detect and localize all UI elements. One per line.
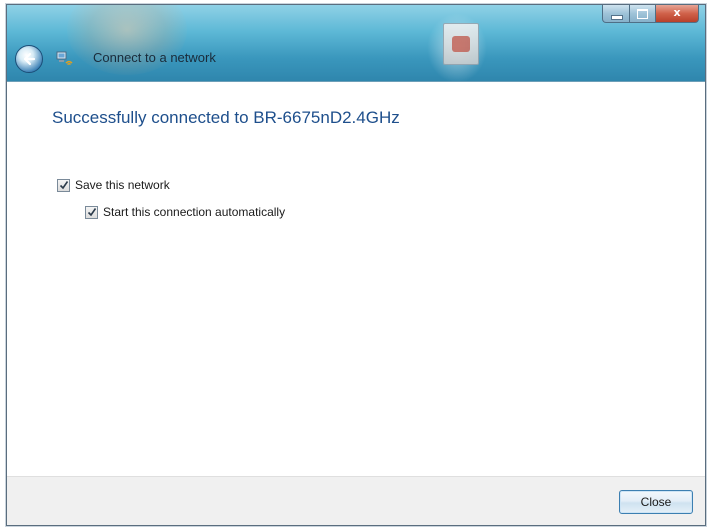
connection-status-heading: Successfully connected to BR-6675nD2.4GH…	[52, 108, 400, 127]
save-network-checkbox[interactable]	[57, 178, 70, 192]
close-button[interactable]: Close	[619, 490, 693, 514]
minimize-icon	[611, 15, 623, 20]
minimize-button[interactable]	[602, 5, 630, 23]
maximize-button[interactable]	[630, 5, 656, 23]
maximize-icon	[637, 9, 648, 19]
auto-connect-option[interactable]: Start this connection automatically	[85, 205, 285, 219]
back-button[interactable]	[15, 45, 43, 73]
window-controls: x	[602, 5, 699, 23]
save-network-option[interactable]: Save this network	[57, 178, 170, 192]
save-network-label: Save this network	[75, 178, 170, 192]
auto-connect-label: Start this connection automatically	[103, 205, 286, 219]
background-app-icon	[443, 23, 479, 65]
window-close-button[interactable]: x	[656, 5, 699, 23]
content-area: Successfully connected to BR-6675nD2.4GH…	[7, 82, 705, 476]
back-arrow-icon	[23, 52, 36, 66]
checkmark-icon	[59, 180, 69, 189]
close-icon: x	[673, 6, 681, 19]
network-icon	[56, 51, 73, 66]
window-title: Connect to a network	[93, 50, 216, 65]
dialog-footer: Close	[7, 476, 705, 525]
connect-network-window: Connect to a network x Successfully conn…	[6, 4, 706, 526]
title-bar: Connect to a network x	[7, 5, 705, 82]
checkmark-icon	[87, 207, 97, 216]
auto-connect-checkbox[interactable]	[85, 205, 98, 219]
